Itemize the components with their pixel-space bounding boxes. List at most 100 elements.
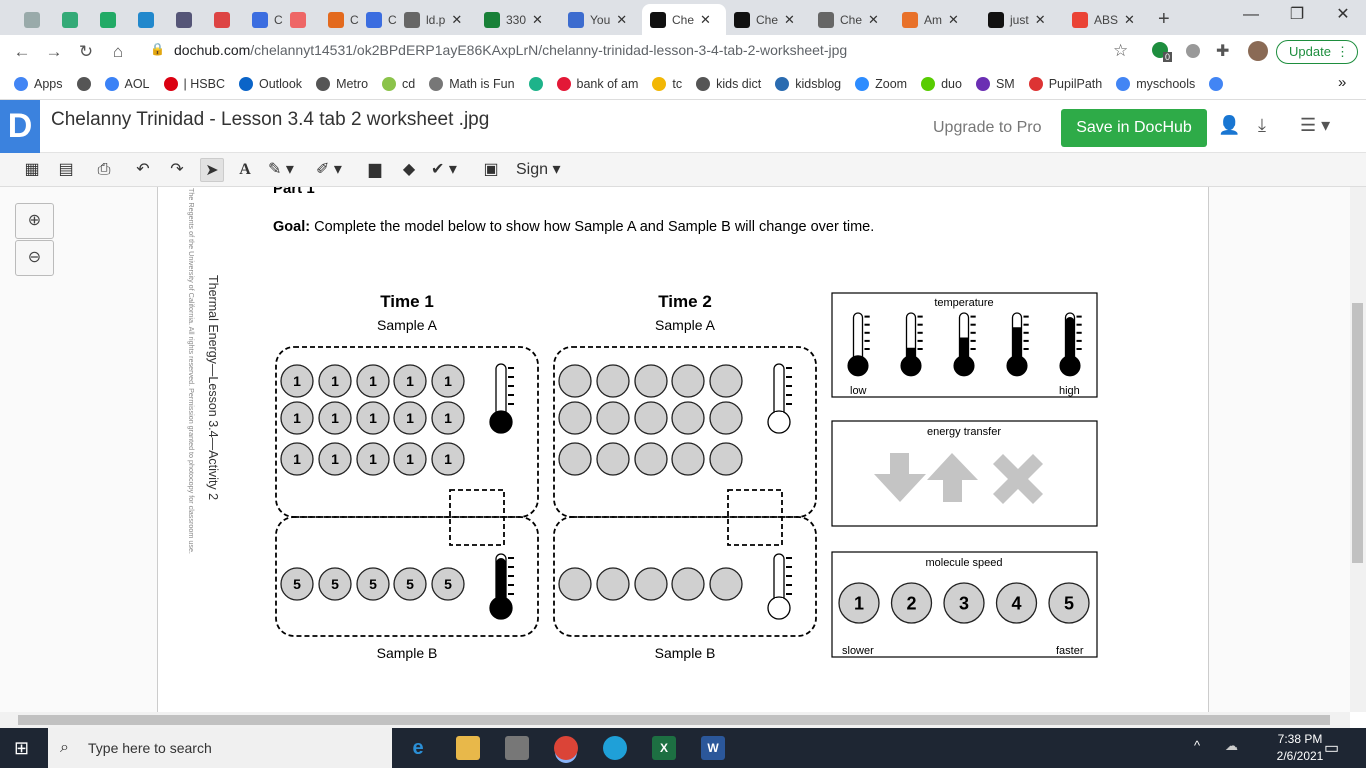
bookmark-item[interactable]: Outlook bbox=[238, 76, 302, 91]
bookmark-item[interactable]: Zoom bbox=[855, 76, 907, 91]
tab-close-icon[interactable]: ✕ bbox=[784, 12, 795, 28]
word-icon[interactable]: W bbox=[701, 736, 725, 760]
save-in-dochub-button[interactable]: Save in DocHub bbox=[1061, 109, 1207, 147]
browser-tab[interactable] bbox=[16, 4, 48, 35]
browser-tab[interactable] bbox=[206, 4, 238, 35]
bookmark-item[interactable] bbox=[76, 76, 91, 91]
bookmark-item[interactable]: PupilPath bbox=[1028, 76, 1102, 91]
close-window-button[interactable]: ✕ bbox=[1320, 0, 1366, 32]
tab-close-icon[interactable]: ✕ bbox=[700, 12, 711, 28]
menu-icon[interactable]: ☰ ▾ bbox=[1300, 115, 1330, 136]
bookmark-item[interactable]: myschools bbox=[1116, 76, 1195, 91]
browser-tab[interactable] bbox=[282, 4, 314, 35]
checkmark-tool-icon[interactable]: ✔ ▾ bbox=[431, 158, 457, 182]
notifications-icon[interactable]: ▭ bbox=[1324, 738, 1339, 758]
pages-list-icon[interactable]: ▤ bbox=[54, 158, 78, 182]
tab-close-icon[interactable]: ✕ bbox=[948, 12, 959, 28]
tab-close-icon[interactable]: ✕ bbox=[1124, 12, 1135, 28]
extensions-puzzle-icon[interactable]: ✚ bbox=[1216, 41, 1229, 61]
camera-icon[interactable] bbox=[505, 736, 529, 760]
upgrade-link[interactable]: Upgrade to Pro bbox=[933, 119, 1042, 137]
chrome-icon[interactable] bbox=[554, 736, 578, 760]
bookmark-item[interactable]: Math is Fun bbox=[429, 76, 515, 91]
browser-tab[interactable]: Che ✕ bbox=[810, 4, 892, 35]
download-icon[interactable]: ⤓ bbox=[1258, 115, 1266, 136]
tray-chevron-icon[interactable]: ^ bbox=[1194, 738, 1200, 753]
star-icon[interactable]: ☆ bbox=[1113, 41, 1128, 61]
bookmark-item[interactable]: Metro bbox=[316, 76, 368, 91]
text-tool-icon[interactable]: A bbox=[233, 158, 257, 182]
profile-avatar[interactable] bbox=[1248, 41, 1268, 61]
sign-dropdown[interactable]: Sign ▾ bbox=[516, 158, 561, 182]
extension-circle-icon[interactable] bbox=[1186, 44, 1200, 58]
browser-tab[interactable]: Am ✕ bbox=[894, 4, 976, 35]
file-explorer-icon[interactable] bbox=[456, 736, 480, 760]
browser-tab[interactable]: ABS ✕ bbox=[1064, 4, 1146, 35]
zoom-out-button[interactable]: ⊖ bbox=[15, 240, 54, 276]
bookmark-item[interactable]: kids dict bbox=[696, 76, 761, 91]
back-icon[interactable]: ← bbox=[6, 42, 38, 62]
bookmark-item[interactable]: cd bbox=[382, 76, 415, 91]
select-pointer-icon[interactable]: ➤ bbox=[200, 158, 224, 182]
new-tab-button[interactable]: + bbox=[1150, 4, 1178, 35]
browser-tab[interactable] bbox=[92, 4, 124, 35]
url-input[interactable]: dochub.com/chelannyt14531/ok2BPdERP1ayE8… bbox=[174, 42, 847, 58]
browser-tab[interactable] bbox=[54, 4, 86, 35]
vertical-scrollbar[interactable] bbox=[1350, 187, 1366, 712]
windows-start-icon[interactable]: ⊞ bbox=[14, 738, 29, 759]
minimize-button[interactable]: — bbox=[1228, 0, 1274, 32]
update-button[interactable]: Update ⋮ bbox=[1276, 40, 1358, 64]
eraser-icon[interactable]: ◆ bbox=[397, 158, 421, 182]
bookmark-item[interactable] bbox=[528, 76, 543, 91]
excel-icon[interactable]: X bbox=[652, 736, 676, 760]
home-icon[interactable]: ⌂ bbox=[102, 42, 134, 62]
bookmark-item[interactable]: duo bbox=[921, 76, 962, 91]
edge-icon[interactable] bbox=[603, 736, 627, 760]
redo-icon[interactable]: ↷ bbox=[165, 158, 189, 182]
pen-tool-icon[interactable]: ✎ ▾ bbox=[268, 158, 294, 182]
browser-tab[interactable]: You ✕ bbox=[560, 4, 642, 35]
bookmark-item[interactable]: | HSBC bbox=[163, 76, 225, 91]
bookmark-item[interactable]: bank of am bbox=[556, 76, 638, 91]
browser-tab[interactable]: ld.p ✕ bbox=[396, 4, 478, 35]
bookmark-item[interactable]: kidsblog bbox=[775, 76, 841, 91]
horizontal-scrollbar[interactable] bbox=[0, 712, 1350, 728]
grid-icon[interactable]: ▦ bbox=[20, 158, 44, 182]
bookmark-item[interactable]: AOL bbox=[104, 76, 150, 91]
tab-close-icon[interactable]: ✕ bbox=[616, 12, 627, 28]
print-icon[interactable]: ⎙ bbox=[92, 158, 116, 182]
internet-explorer-icon[interactable]: e bbox=[406, 736, 430, 760]
restore-button[interactable]: ❐ bbox=[1274, 0, 1320, 32]
undo-icon[interactable]: ↶ bbox=[131, 158, 155, 182]
bookmark-item[interactable]: Apps bbox=[14, 76, 63, 91]
browser-tab[interactable]: just ✕ bbox=[980, 4, 1062, 35]
zoom-in-button[interactable]: ⊕ bbox=[15, 203, 54, 239]
browser-tab[interactable] bbox=[168, 4, 200, 35]
reload-icon[interactable]: ↻ bbox=[70, 42, 102, 62]
network-icon[interactable]: ☁ bbox=[1225, 738, 1238, 754]
menu-dots-icon[interactable]: ⋮ bbox=[1336, 41, 1349, 63]
system-clock[interactable]: 7:38 PM 2/6/2021 bbox=[1272, 731, 1328, 765]
taskbar-search-box[interactable]: ⌕ Type here to search bbox=[48, 728, 392, 768]
horizontal-scroll-thumb[interactable] bbox=[18, 715, 1330, 725]
dochub-logo[interactable]: D bbox=[0, 100, 40, 153]
tab-close-icon[interactable]: ✕ bbox=[1035, 12, 1046, 28]
browser-tab[interactable]: 330 ✕ bbox=[476, 4, 558, 35]
browser-tab[interactable]: Che ✕ bbox=[726, 4, 808, 35]
bookmark-item[interactable]: SM bbox=[975, 76, 1015, 91]
highlighter-tool-icon[interactable]: ✐ ▾ bbox=[316, 158, 342, 182]
image-icon[interactable]: ▣ bbox=[479, 158, 503, 182]
add-user-icon[interactable]: 👤 bbox=[1218, 115, 1240, 136]
bookmarks-overflow-button[interactable]: » bbox=[1338, 74, 1346, 91]
tab-close-icon[interactable]: ✕ bbox=[868, 12, 879, 28]
bookmark-item[interactable]: tc bbox=[652, 76, 682, 91]
vertical-scroll-thumb[interactable] bbox=[1352, 303, 1363, 563]
tab-close-icon[interactable]: ✕ bbox=[532, 12, 543, 28]
forward-icon[interactable]: → bbox=[38, 42, 70, 62]
browser-tab[interactable]: Che ✕ bbox=[642, 4, 726, 35]
browser-tab[interactable] bbox=[130, 4, 162, 35]
comment-icon[interactable]: ▆ bbox=[363, 158, 387, 182]
document-title[interactable]: Chelanny Trinidad - Lesson 3.4 tab 2 wor… bbox=[51, 109, 489, 131]
bookmark-item[interactable] bbox=[1209, 76, 1224, 91]
tab-close-icon[interactable]: ✕ bbox=[451, 12, 462, 28]
